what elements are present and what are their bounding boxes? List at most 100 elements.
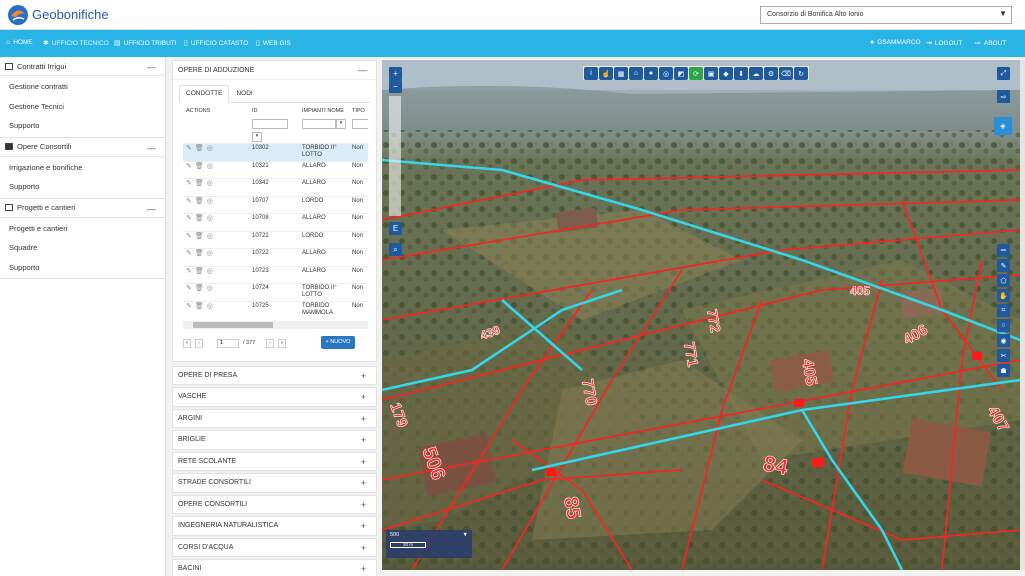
sidebar-item-supporto[interactable]: Supporto bbox=[0, 115, 165, 135]
export-icon[interactable]: ⇨ bbox=[997, 90, 1010, 103]
expand-icon[interactable]: + bbox=[361, 564, 366, 574]
nav-logout[interactable]: ⇥ LOGOUT bbox=[926, 39, 962, 48]
last-page-icon[interactable]: » bbox=[278, 338, 286, 348]
table-row[interactable]: ✎🗑◎ 10722 ALLARO Non bbox=[183, 248, 368, 266]
table-row[interactable]: ✎🗑◎ 10721 LORDO Non bbox=[183, 230, 368, 249]
accordion-opere-consortili[interactable]: OPERE CONSORTILI + bbox=[172, 494, 377, 514]
polygon-icon[interactable]: ⬠ bbox=[997, 274, 1010, 287]
accordion-strade-consortili[interactable]: STRADE CONSORTILI + bbox=[172, 473, 377, 493]
row-actions[interactable]: ✎🗑◎ bbox=[183, 248, 249, 266]
scale-value[interactable]: 500 bbox=[390, 532, 399, 538]
row-actions[interactable]: ✎🗑◎ bbox=[183, 230, 249, 249]
nav-home[interactable]: ⌂ HOME bbox=[6, 39, 33, 46]
accordion-corsi-d-acqua[interactable]: CORSI D'ACQUA + bbox=[172, 537, 377, 557]
expand-icon[interactable]: + bbox=[361, 457, 366, 467]
table-row[interactable]: ✎🗑◎ 10302 TORBIDO II° LOTTO Non bbox=[183, 143, 368, 161]
page-input[interactable] bbox=[217, 338, 239, 348]
page-scrollbar[interactable] bbox=[1020, 60, 1025, 570]
line-measure-icon[interactable]: ═ bbox=[997, 244, 1010, 257]
sidebar-item-squadre[interactable]: Squadre bbox=[0, 237, 165, 257]
accordion-briglie[interactable]: BRIGLIE + bbox=[172, 430, 377, 450]
cloud-upload-icon[interactable]: ☁ bbox=[749, 67, 763, 80]
fullscreen-icon[interactable]: ⤢ bbox=[997, 67, 1010, 80]
sidebar-section-header[interactable]: Progetti e cantieri — bbox=[0, 199, 165, 218]
sidebar-item-irrigazione[interactable]: Irrigazione e bonifiche bbox=[0, 157, 165, 177]
expand-icon[interactable]: + bbox=[361, 371, 366, 381]
accordion-argini[interactable]: ARGINI + bbox=[172, 408, 377, 428]
collapse-icon[interactable]: — bbox=[147, 143, 156, 153]
zoom-in-icon[interactable]: + bbox=[389, 67, 402, 80]
aerial-map-canvas[interactable]: 84 85 506 179 771 772 770 405 406 405 40… bbox=[382, 60, 1020, 570]
accordion-rete-scolante[interactable]: RETE SCOLANTE + bbox=[172, 451, 377, 471]
refresh-icon[interactable]: ⟳ bbox=[689, 67, 703, 80]
info-icon[interactable]: i bbox=[584, 67, 598, 80]
expand-icon[interactable]: + bbox=[361, 521, 366, 531]
pencil-icon[interactable]: ✎ bbox=[997, 259, 1010, 272]
row-actions[interactable]: ✎🗑◎ bbox=[183, 143, 249, 161]
target-icon[interactable]: ◎ bbox=[659, 67, 673, 80]
collapse-icon[interactable]: — bbox=[147, 204, 156, 214]
table-row[interactable]: ✎🗑◎ 10342 ALLARO Non bbox=[183, 178, 368, 196]
nav-ufficio-tecnico[interactable]: ✱ UFFICIO TECNICO bbox=[43, 39, 109, 48]
row-actions[interactable]: ✎🗑◎ bbox=[183, 195, 249, 214]
filter-dropdown-icon[interactable]: ▾ bbox=[336, 119, 346, 129]
tipo-filter-input[interactable] bbox=[352, 119, 368, 129]
home-icon[interactable]: ⌂ bbox=[629, 67, 643, 80]
layer-switcher-icon[interactable]: ◈ bbox=[994, 117, 1012, 135]
sidebar-item-progetti[interactable]: Progetti e cantieri bbox=[0, 218, 165, 238]
expand-icon[interactable]: + bbox=[361, 392, 366, 402]
row-actions[interactable]: ✎🗑◎ bbox=[183, 213, 249, 231]
search-icon[interactable]: ⌕ bbox=[389, 243, 402, 256]
column-header[interactable]: IMPIANTI NOME bbox=[299, 103, 349, 118]
expand-icon[interactable]: + bbox=[361, 478, 366, 488]
geobonifiche-logo-icon[interactable] bbox=[6, 4, 30, 26]
e-layer-icon[interactable]: E bbox=[389, 222, 402, 235]
sidebar-item-supporto[interactable]: Supporto bbox=[0, 176, 165, 196]
row-actions[interactable]: ✎🗑◎ bbox=[183, 300, 249, 319]
nav-ufficio-tributi[interactable]: ▤ UFFICIO TRIBUTI bbox=[114, 39, 177, 48]
sync-icon[interactable]: ↻ bbox=[794, 67, 808, 80]
expand-icon[interactable]: + bbox=[361, 500, 366, 510]
sidebar-section-header[interactable]: Opere Consortili — bbox=[0, 138, 165, 157]
nav-about[interactable]: ⇨ ABOUT bbox=[975, 39, 1006, 48]
collapse-icon[interactable]: — bbox=[358, 65, 367, 75]
accordion-opere-di-presa[interactable]: OPERE DI PRESA + bbox=[172, 365, 377, 385]
filter-dropdown-icon[interactable]: ▾ bbox=[252, 132, 262, 142]
marker-icon[interactable]: ● bbox=[644, 67, 658, 80]
circle-icon[interactable]: ○ bbox=[997, 319, 1010, 332]
table-row[interactable]: ✎🗑◎ 10723 ALLARO Non bbox=[183, 265, 368, 284]
app-title[interactable]: Geobonifiche bbox=[32, 7, 109, 22]
table-icon[interactable]: ▦ bbox=[614, 67, 628, 80]
horizontal-scrollbar[interactable] bbox=[183, 320, 368, 329]
tab-condotte[interactable]: CONDOTTE bbox=[179, 85, 230, 103]
row-actions[interactable]: ✎🗑◎ bbox=[183, 160, 249, 179]
nuovo-button[interactable]: + NUOVO bbox=[321, 335, 355, 349]
sidebar-item-gestione-contratti[interactable]: Gestione contratti bbox=[0, 76, 165, 96]
eraser-icon[interactable]: ⌫ bbox=[779, 67, 793, 80]
expand-icon[interactable]: + bbox=[361, 543, 366, 553]
nav-web-gis[interactable]: ▯ WEB GIS bbox=[256, 39, 291, 48]
accordion-bacini[interactable]: BACINI + bbox=[172, 559, 377, 576]
collapse-icon[interactable]: — bbox=[147, 62, 156, 72]
next-page-icon[interactable]: › bbox=[266, 338, 274, 348]
column-header[interactable]: ID bbox=[249, 103, 299, 118]
table-row[interactable]: ✎🗑◎ 10708 ALLARO Non bbox=[183, 213, 368, 231]
select-area-icon[interactable]: ◩ bbox=[674, 67, 688, 80]
crop-icon[interactable]: ⌗ bbox=[997, 304, 1010, 317]
panel-header[interactable]: OPERE DI ADDUZIONE — bbox=[173, 61, 376, 80]
zoom-slider[interactable] bbox=[389, 96, 401, 216]
share-icon[interactable]: ⚙ bbox=[764, 67, 778, 80]
accordion-ingegneria-naturalistica[interactable]: INGEGNERIA NATURALISTICA + bbox=[172, 516, 377, 536]
layers-icon[interactable]: ◆ bbox=[719, 67, 733, 80]
hand-icon[interactable]: ✋ bbox=[997, 289, 1010, 302]
download-icon[interactable]: ⬇ bbox=[734, 67, 748, 80]
prev-page-icon[interactable]: ‹ bbox=[195, 338, 203, 348]
sitemap-icon[interactable]: ☗ bbox=[997, 364, 1010, 377]
point-icon[interactable]: ◉ bbox=[997, 334, 1010, 347]
hand-pointer-icon[interactable]: ☝ bbox=[599, 67, 613, 80]
sidebar-item-supporto[interactable]: Supporto bbox=[0, 257, 165, 277]
scrollbar-thumb[interactable] bbox=[193, 321, 273, 328]
row-actions[interactable]: ✎🗑◎ bbox=[183, 265, 249, 284]
tab-nodi[interactable]: NODI bbox=[229, 85, 259, 102]
sidebar-item-gestione-tecnici[interactable]: Gestione Tecnici bbox=[0, 96, 165, 116]
